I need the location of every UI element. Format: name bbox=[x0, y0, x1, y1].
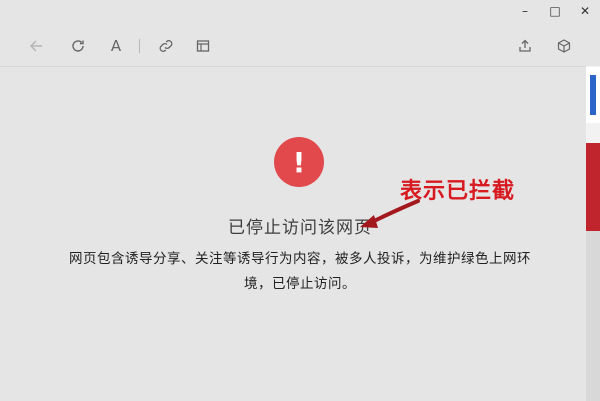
toolbar-divider bbox=[139, 39, 140, 53]
font-size-icon[interactable]: A bbox=[106, 36, 126, 56]
share-icon[interactable] bbox=[515, 36, 535, 56]
background-page-strip-blue bbox=[586, 67, 600, 123]
description-line-2: 境，已停止访问。 bbox=[244, 276, 356, 292]
description-line-1: 网页包含诱导分享、关注等诱导行为内容，被多人投诉，为维护绿色上网环 bbox=[69, 251, 531, 267]
page-title: 已停止访问该网页 bbox=[228, 218, 372, 238]
maximize-button[interactable]: □ bbox=[540, 0, 570, 22]
page-description: 网页包含诱导分享、关注等诱导行为内容，被多人投诉，为维护绿色上网环 境，已停止访… bbox=[28, 247, 572, 297]
refresh-icon[interactable] bbox=[68, 36, 88, 56]
blocked-page-content: ! 已停止访问该网页 网页包含诱导分享、关注等诱导行为内容，被多人投诉，为维护绿… bbox=[0, 67, 586, 401]
back-arrow-icon[interactable] bbox=[26, 36, 46, 56]
window-controls: – □ ✕ bbox=[510, 0, 600, 22]
annotation-arrow-icon bbox=[360, 199, 420, 228]
link-icon[interactable] bbox=[156, 36, 176, 56]
minimize-button[interactable]: – bbox=[510, 0, 540, 22]
close-button[interactable]: ✕ bbox=[570, 0, 600, 22]
reader-view-icon[interactable] bbox=[193, 36, 213, 56]
browser-window: – □ ✕ A ! 已停止访问该网页 网页包含诱导分享、关注等诱导行为内容，被多… bbox=[0, 0, 600, 401]
exclamation-icon: ! bbox=[274, 137, 324, 187]
extension-box-icon[interactable] bbox=[554, 36, 574, 56]
browser-toolbar: A bbox=[0, 24, 586, 66]
background-page-strip-gray bbox=[586, 231, 600, 401]
